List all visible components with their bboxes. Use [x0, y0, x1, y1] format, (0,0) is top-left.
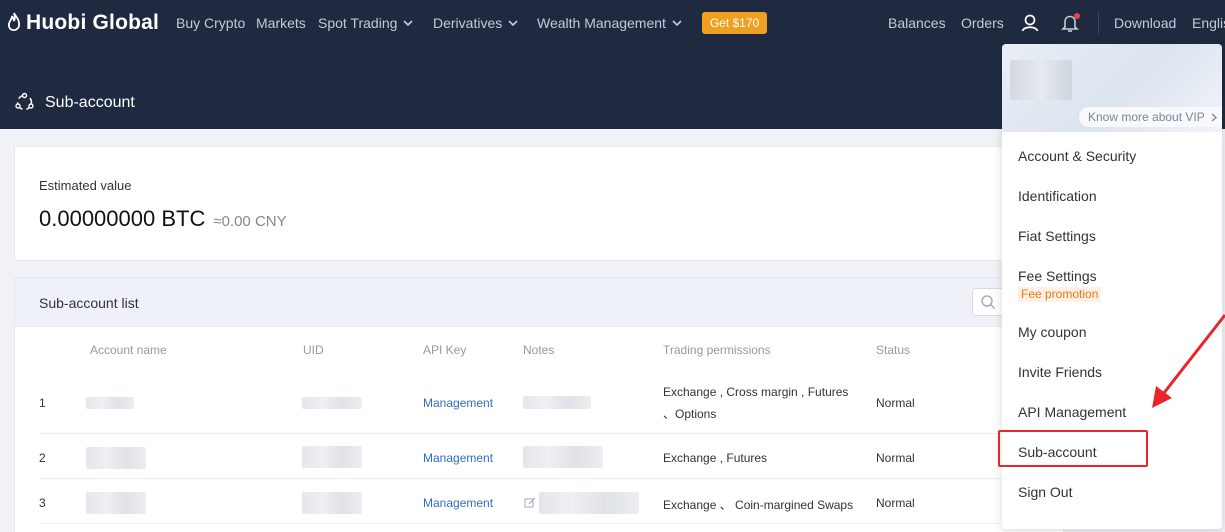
list-header: Sub-account list: [15, 278, 1063, 327]
menu-invite-friends[interactable]: Invite Friends: [1018, 364, 1102, 380]
nav-balances[interactable]: Balances: [888, 15, 946, 31]
logo-text: Huobi Global: [26, 11, 160, 34]
vip-link-label: Know more about VIP: [1088, 110, 1205, 124]
account-name-redacted: [86, 492, 146, 514]
highlight-box: [998, 430, 1148, 467]
status-text: Normal: [876, 396, 915, 410]
api-management-link[interactable]: Management: [423, 496, 493, 510]
nav-spot-trading[interactable]: Spot Trading: [318, 15, 413, 31]
nav-label: Markets: [256, 15, 306, 31]
huobi-logo[interactable]: Huobi Global: [6, 10, 159, 36]
user-icon[interactable]: [1020, 13, 1040, 33]
cny-value: ≈0.00 CNY: [213, 213, 287, 230]
top-nav: Huobi Global Buy Crypto Markets Spot Tra…: [0, 0, 1225, 46]
nav-language[interactable]: Englis: [1192, 15, 1225, 31]
menu-identification[interactable]: Identification: [1018, 188, 1097, 204]
permissions-line: Exchange , Cross margin , Futures: [663, 385, 849, 399]
list-title: Sub-account list: [39, 295, 139, 311]
col-account-name: Account name: [90, 343, 167, 357]
btc-value: 0.00000000 BTC: [39, 206, 206, 231]
row-divider: [39, 478, 1049, 479]
col-uid: UID: [303, 343, 324, 357]
row-divider: [39, 433, 1049, 434]
chevron-down-icon: [403, 20, 413, 27]
nav-label: Wealth Management: [537, 15, 666, 31]
permissions-line: 、Options: [663, 407, 717, 421]
page-title-wrap: Sub-account: [14, 92, 135, 113]
col-trading-permissions: Trading permissions: [663, 343, 771, 357]
flame-icon: [7, 12, 21, 32]
chevron-down-icon: [672, 20, 682, 27]
status-text: Normal: [876, 451, 915, 465]
row-index: 1: [39, 396, 46, 410]
api-management-link[interactable]: Management: [423, 396, 493, 410]
sub-account-list: Sub-account list Account name UID API Ke…: [14, 277, 1064, 532]
estimated-value: 0.00000000 BTC ≈0.00 CNY: [39, 206, 287, 232]
account-name-redacted: [86, 397, 134, 409]
menu-api-management[interactable]: API Management: [1018, 404, 1126, 420]
row-index: 3: [39, 496, 46, 510]
sub-account-icon: [15, 92, 34, 111]
menu-sign-out[interactable]: Sign Out: [1018, 484, 1072, 500]
nav-wealth-management[interactable]: Wealth Management: [537, 15, 682, 31]
nav-buy-crypto[interactable]: Buy Crypto: [176, 15, 245, 31]
nav-label: Buy Crypto: [176, 15, 246, 31]
row-divider: [39, 523, 1049, 524]
nav-download[interactable]: Download: [1114, 15, 1176, 31]
edit-icon[interactable]: [524, 497, 536, 509]
nav-label: Englis: [1192, 15, 1225, 31]
nav-label: Download: [1114, 15, 1177, 31]
annotation-arrow-icon: [1152, 314, 1225, 408]
notes-redacted[interactable]: [523, 396, 591, 409]
nav-label: Orders: [961, 15, 1004, 31]
avatar: [1010, 60, 1072, 100]
chevron-right-icon: [1211, 113, 1217, 121]
col-status: Status: [876, 343, 911, 357]
nav-label: Derivatives: [433, 15, 503, 31]
menu-my-coupon[interactable]: My coupon: [1018, 324, 1086, 340]
estimated-label: Estimated value: [39, 178, 132, 193]
promo-button[interactable]: Get $170: [702, 12, 767, 34]
nav-orders[interactable]: Orders: [961, 15, 1004, 31]
notification-dot: [1074, 13, 1080, 19]
uid-redacted: [302, 397, 362, 409]
menu-account-security[interactable]: Account & Security: [1018, 148, 1136, 164]
fee-promotion-badge: Fee promotion: [1018, 287, 1102, 302]
notes-redacted[interactable]: [539, 492, 639, 514]
uid-redacted: [302, 446, 362, 468]
search-icon: [981, 295, 996, 310]
estimated-value-card: Estimated value 0.00000000 BTC ≈0.00 CNY: [14, 146, 1064, 261]
page-title: Sub-account: [45, 93, 135, 111]
status-text: Normal: [876, 496, 915, 510]
trading-permissions: Exchange , Futures: [663, 451, 768, 465]
row-index: 2: [39, 451, 46, 465]
nav-divider: [1098, 12, 1099, 34]
api-management-link[interactable]: Management: [423, 451, 493, 465]
menu-fee-settings[interactable]: Fee Settings: [1018, 268, 1097, 284]
dropdown-profile-header: Know more about VIP: [1002, 44, 1222, 132]
col-api-key: API Key: [423, 343, 467, 357]
trading-permissions: Exchange , Cross margin , Futures 、Option…: [663, 381, 848, 425]
uid-redacted: [302, 492, 362, 514]
col-notes: Notes: [523, 343, 555, 357]
vip-link[interactable]: Know more about VIP: [1079, 107, 1222, 127]
nav-label: Balances: [888, 15, 946, 31]
chevron-down-icon: [508, 20, 518, 27]
notes-redacted[interactable]: [523, 446, 603, 468]
trading-permissions: Exchange 、 Coin-margined Swaps: [663, 498, 854, 512]
account-name-redacted: [86, 447, 146, 469]
nav-label: Spot Trading: [318, 15, 398, 31]
menu-fiat-settings[interactable]: Fiat Settings: [1018, 228, 1096, 244]
nav-derivatives[interactable]: Derivatives: [433, 15, 518, 31]
nav-markets[interactable]: Markets: [256, 15, 306, 31]
